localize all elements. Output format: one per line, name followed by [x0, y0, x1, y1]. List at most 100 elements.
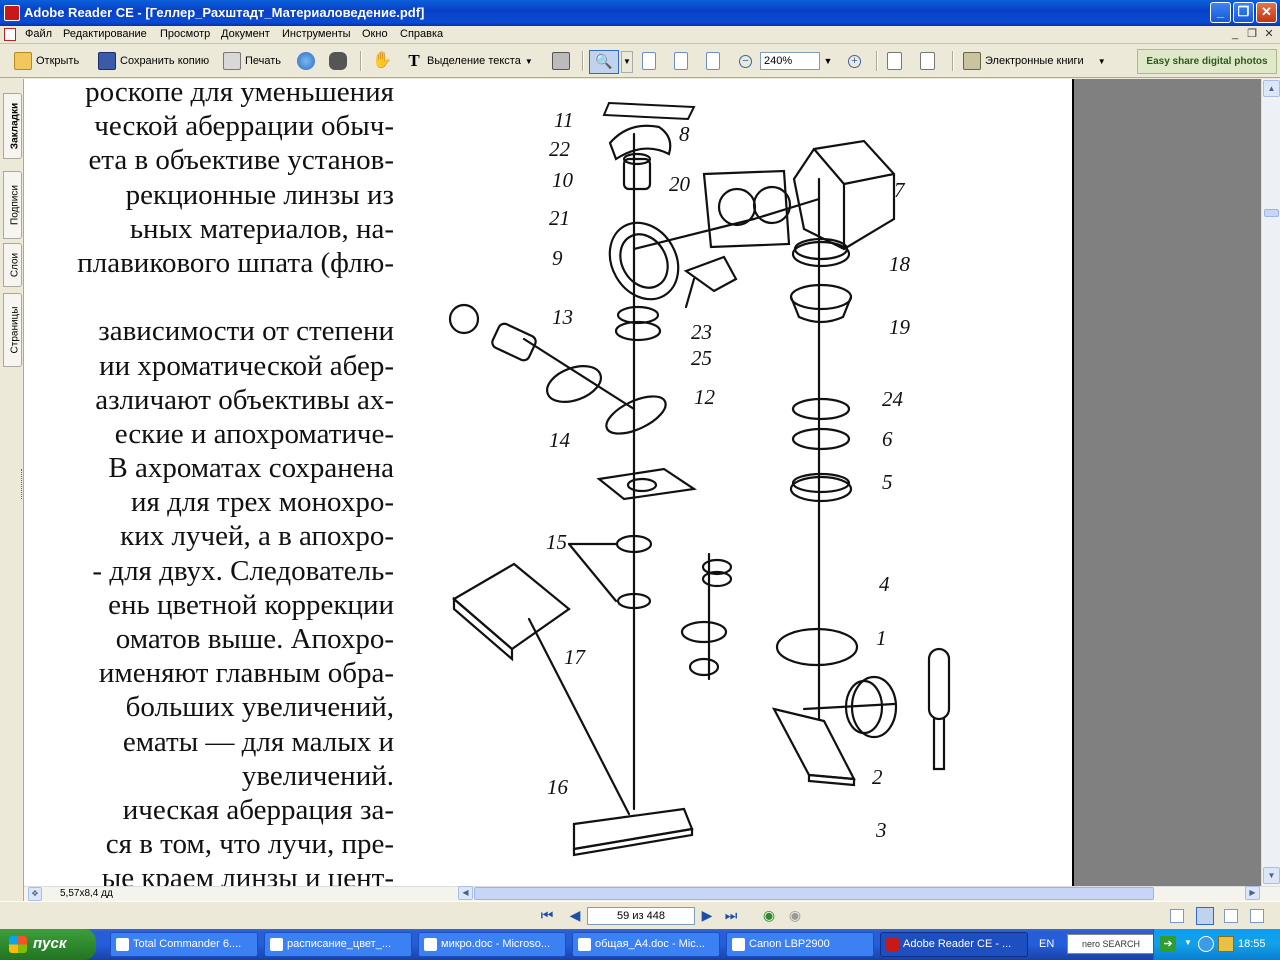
doc-minimize-button[interactable]: _ — [1228, 28, 1242, 42]
text-line — [24, 280, 394, 314]
hand-tool-button[interactable]: ✋ — [372, 50, 392, 72]
tab-bookmarks[interactable]: Закладки — [3, 93, 22, 159]
task-general-doc[interactable]: общая_A4.doc - Mic... — [572, 932, 720, 957]
figure-label: 5 — [882, 470, 893, 494]
rotate-button[interactable] — [887, 50, 902, 72]
text-line: ень цветной коррекции — [108, 588, 394, 621]
figure-label: 21 — [549, 206, 570, 230]
scroll-right-button[interactable]: ▶ — [1245, 886, 1260, 900]
task-micro-doc[interactable]: микро.doc - Microso... — [418, 932, 566, 957]
menu-tools[interactable]: Инструменты — [282, 28, 351, 40]
tab-pages[interactable]: Страницы — [3, 293, 22, 367]
go-forward-button[interactable]: ◉ — [786, 907, 804, 924]
ebook-icon — [963, 52, 981, 70]
open-label: Открыть — [36, 55, 80, 67]
dropdown-arrow-icon[interactable]: ▼ — [1098, 57, 1106, 66]
security-icon[interactable] — [1218, 936, 1234, 952]
globe-mail-icon — [297, 52, 315, 70]
save-copy-button[interactable]: Сохранить копию — [98, 50, 209, 72]
task-schedule-doc[interactable]: расписание_цвет_... — [264, 932, 412, 957]
select-text-button[interactable]: T Выделение текста ▼ — [405, 50, 533, 72]
actual-size-button[interactable] — [642, 50, 656, 72]
figure-label: 25 — [691, 346, 712, 370]
email-button[interactable] — [297, 50, 315, 72]
last-page-button[interactable]: ⏭ — [722, 907, 740, 924]
menu-edit[interactable]: Редактирование — [63, 28, 147, 40]
tab-layers-label: Слои — [9, 252, 21, 278]
continuous-facing-layout-icon[interactable] — [1250, 909, 1264, 923]
easy-share-button[interactable]: Easy share digital photos — [1137, 49, 1277, 74]
fit-width-button[interactable] — [706, 50, 720, 72]
zoom-dropdown-arrow[interactable]: ▼ — [820, 52, 836, 70]
scroll-up-button[interactable]: ▲ — [1263, 80, 1280, 97]
menu-document[interactable]: Документ — [221, 28, 270, 40]
split-handle-icon[interactable]: ✥ — [28, 887, 42, 901]
close-button[interactable]: ✕ — [1256, 2, 1277, 23]
toolbar: Открыть Сохранить копию Печать ✋ T Выдел… — [0, 45, 1280, 78]
rotate-counter-button[interactable] — [920, 50, 935, 72]
page-number-field[interactable]: 59 из 448 — [587, 907, 695, 925]
minimize-button[interactable]: _ — [1210, 2, 1231, 23]
fit-page-button[interactable] — [674, 50, 688, 72]
single-page-layout-icon[interactable] — [1170, 909, 1184, 923]
scroll-left-button[interactable]: ◀ — [458, 886, 473, 900]
text-line: оматов выше. Апохро- — [115, 623, 394, 655]
figure-label: 11 — [554, 108, 573, 132]
text-line: роскопе для уменьшения — [85, 79, 394, 108]
zoom-tool-dropdown[interactable]: ▼ — [621, 51, 633, 73]
next-page-button[interactable]: ▶ — [698, 907, 716, 924]
maximize-button[interactable]: ❐ — [1233, 2, 1254, 23]
search-button[interactable] — [329, 50, 347, 72]
zoom-input[interactable]: 240% — [760, 52, 820, 70]
task-canon-printer[interactable]: Canon LBP2900 — [726, 932, 874, 957]
task-label: микро.doc - Microso... — [441, 938, 550, 950]
doc-close-button[interactable]: ✕ — [1262, 28, 1276, 42]
menu-help[interactable]: Справка — [400, 28, 443, 40]
continuous-layout-icon[interactable] — [1196, 907, 1214, 925]
magnifier-plus-icon: 🔍 — [595, 53, 613, 69]
menu-view[interactable]: Просмотр — [160, 28, 210, 40]
figure-label: 12 — [694, 385, 716, 409]
printer-icon — [223, 52, 241, 70]
doc-restore-button[interactable]: ❐ — [1245, 28, 1259, 42]
menu-file[interactable]: Файл — [25, 28, 52, 40]
facing-layout-icon[interactable] — [1224, 909, 1238, 923]
figure-label: 14 — [549, 428, 571, 452]
text-line: ематы — для малых и — [122, 725, 394, 758]
menu-window[interactable]: Окно — [362, 28, 388, 40]
previous-page-button[interactable]: ◀ — [566, 907, 584, 924]
task-adobe-reader[interactable]: Adobe Reader CE - ... — [880, 932, 1028, 957]
language-indicator[interactable]: EN — [1039, 938, 1054, 950]
scroll-thumb[interactable] — [1264, 209, 1279, 217]
zoom-out-button[interactable]: − — [739, 50, 752, 72]
vertical-scrollbar[interactable]: ▲ ▼ — [1261, 79, 1280, 886]
go-back-button[interactable]: ◉ — [760, 907, 778, 924]
open-button[interactable]: Открыть — [14, 50, 79, 72]
text-line: ии хроматической абер- — [99, 349, 394, 382]
dropdown-arrow-icon[interactable]: ▼ — [525, 57, 533, 66]
nero-search-box[interactable]: nero SEARCH — [1067, 934, 1155, 954]
figure-label: 7 — [894, 178, 906, 202]
go-arrow-icon[interactable]: ➔ — [1160, 936, 1176, 952]
tray-expand-icon[interactable]: ▼ — [1184, 938, 1192, 947]
tab-layers[interactable]: Слои — [3, 243, 22, 287]
document-view[interactable]: роскопе для уменьшения ческой аберрации о… — [24, 79, 1261, 886]
tab-signatures[interactable]: Подписи — [3, 171, 22, 239]
ebooks-button[interactable]: Электронные книги ▼ — [963, 50, 1106, 72]
first-page-button[interactable]: ⏮ — [538, 907, 556, 924]
task-label: Total Commander 6.... — [133, 938, 242, 950]
text-line: ьных материалов, на- — [129, 212, 394, 245]
scroll-down-button[interactable]: ▼ — [1263, 867, 1280, 884]
zoom-in-tool-button[interactable]: 🔍 — [589, 50, 619, 74]
adobe-reader-icon — [4, 5, 20, 21]
task-label: Canon LBP2900 — [749, 938, 830, 950]
zoom-in-button[interactable]: + — [848, 50, 861, 72]
task-total-commander[interactable]: Total Commander 6.... — [110, 932, 258, 957]
start-button[interactable]: пуск — [0, 929, 96, 960]
network-icon[interactable] — [1198, 936, 1214, 952]
snapshot-button[interactable] — [552, 50, 570, 72]
horizontal-scroll-thumb[interactable] — [474, 887, 1154, 900]
print-button[interactable]: Печать — [223, 50, 281, 72]
text-line: именяют главным обра- — [98, 657, 394, 690]
page-actual-icon — [642, 52, 656, 70]
